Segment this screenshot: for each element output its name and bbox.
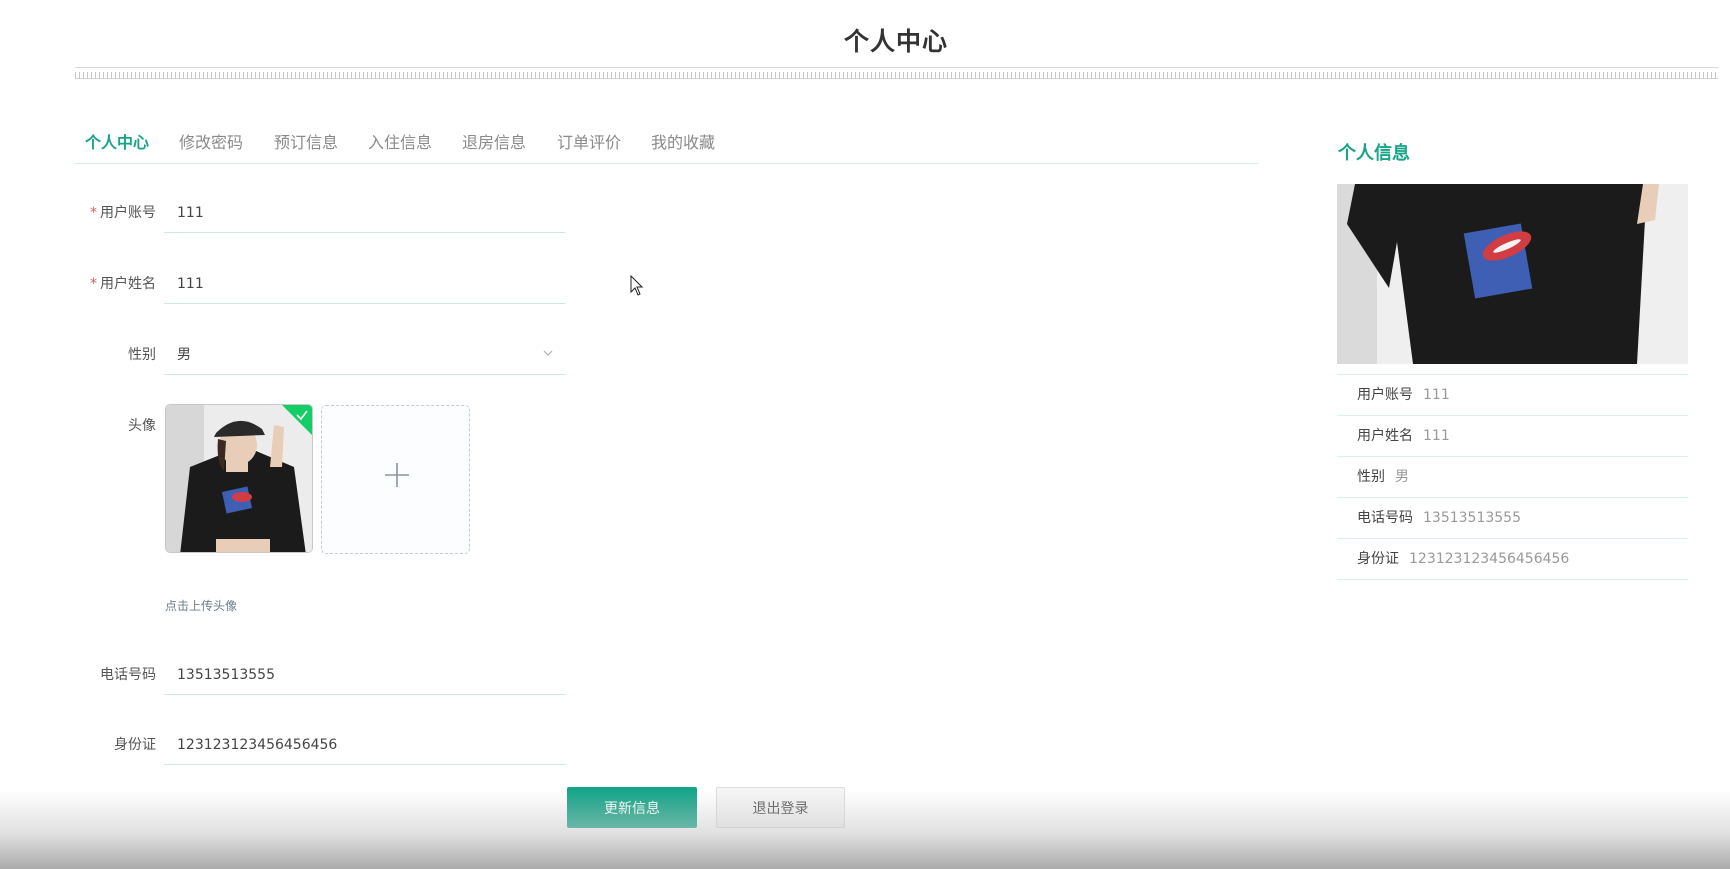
mouse-cursor-icon: [630, 275, 644, 296]
sidebar-item-account: 用户账号 111: [1337, 375, 1688, 416]
sidebar-item-name: 用户姓名 111: [1337, 416, 1688, 457]
sidebar-item-value: 111: [1423, 428, 1450, 444]
phone-input[interactable]: [164, 655, 566, 695]
tab-booking-info[interactable]: 预订信息: [274, 129, 338, 153]
avatar-image: [166, 405, 312, 552]
phone-label: 电话号码: [100, 667, 156, 683]
required-mark: *: [90, 276, 97, 292]
check-icon: [296, 410, 308, 421]
tab-change-password[interactable]: 修改密码: [179, 129, 243, 153]
sidebar-item-idcard: 身份证 123123123456456456: [1337, 539, 1688, 580]
tab-checkout-info[interactable]: 退房信息: [462, 129, 526, 153]
sidebar-item-key: 身份证: [1357, 551, 1399, 567]
chevron-down-icon: [543, 350, 553, 356]
account-label-text: 用户账号: [100, 205, 156, 221]
gender-select[interactable]: 男: [164, 335, 566, 375]
sidebar-item-value: 男: [1395, 469, 1409, 485]
required-mark: *: [90, 205, 97, 221]
avatar-upload-tip: 点击上传头像: [165, 599, 238, 613]
tab-personal-center[interactable]: 个人中心: [85, 129, 149, 153]
idcard-input[interactable]: [164, 725, 566, 765]
profile-tabs: 个人中心 修改密码 预订信息 入住信息 退房信息 订单评价 我的收藏: [74, 124, 1259, 164]
gender-selected-value: 男: [177, 347, 191, 363]
sidebar-item-value: 123123123456456456: [1409, 551, 1570, 567]
plus-icon: [385, 463, 409, 487]
sidebar-item-phone: 电话号码 13513513555: [1337, 498, 1688, 539]
logout-button[interactable]: 退出登录: [716, 787, 845, 828]
name-label: * 用户姓名: [74, 264, 156, 304]
tab-order-review[interactable]: 订单评价: [557, 129, 621, 153]
idcard-label: 身份证: [114, 737, 156, 753]
sidebar-item-gender: 性别男: [1337, 457, 1688, 498]
account-label: * 用户账号: [74, 193, 156, 233]
update-info-button[interactable]: 更新信息: [567, 787, 697, 828]
sidebar-item-key: 性别: [1357, 469, 1385, 485]
sidebar-item-value: 13513513555: [1423, 510, 1521, 526]
sidebar-avatar-image: [1337, 184, 1688, 364]
name-label-text: 用户姓名: [100, 276, 156, 292]
sidebar-item-key: 电话号码: [1357, 510, 1413, 526]
avatar-label: 头像: [128, 418, 156, 434]
name-input[interactable]: [164, 264, 566, 304]
sidebar-title: 个人信息: [1338, 143, 1410, 164]
sidebar-photo: [1337, 184, 1688, 364]
sidebar-item-key: 用户姓名: [1357, 428, 1413, 444]
page-title: 个人中心: [843, 27, 948, 56]
bottom-shadow-overlay: [0, 790, 1730, 869]
sidebar-item-key: 用户账号: [1357, 387, 1413, 403]
avatar-thumbnail[interactable]: [165, 404, 313, 553]
tab-checkin-info[interactable]: 入住信息: [368, 129, 432, 153]
title-decorative-ruler: [75, 72, 1718, 79]
gender-label: 性别: [128, 347, 156, 363]
tab-my-favorites[interactable]: 我的收藏: [651, 129, 715, 153]
sidebar-info-list: 用户账号 111 用户姓名 111 性别男 电话号码 13513513555 身份证 1…: [1337, 374, 1688, 580]
sidebar-item-value: 111: [1423, 387, 1450, 403]
avatar-upload-button[interactable]: [321, 405, 470, 554]
account-input[interactable]: [164, 193, 566, 233]
title-divider: [75, 67, 1718, 68]
